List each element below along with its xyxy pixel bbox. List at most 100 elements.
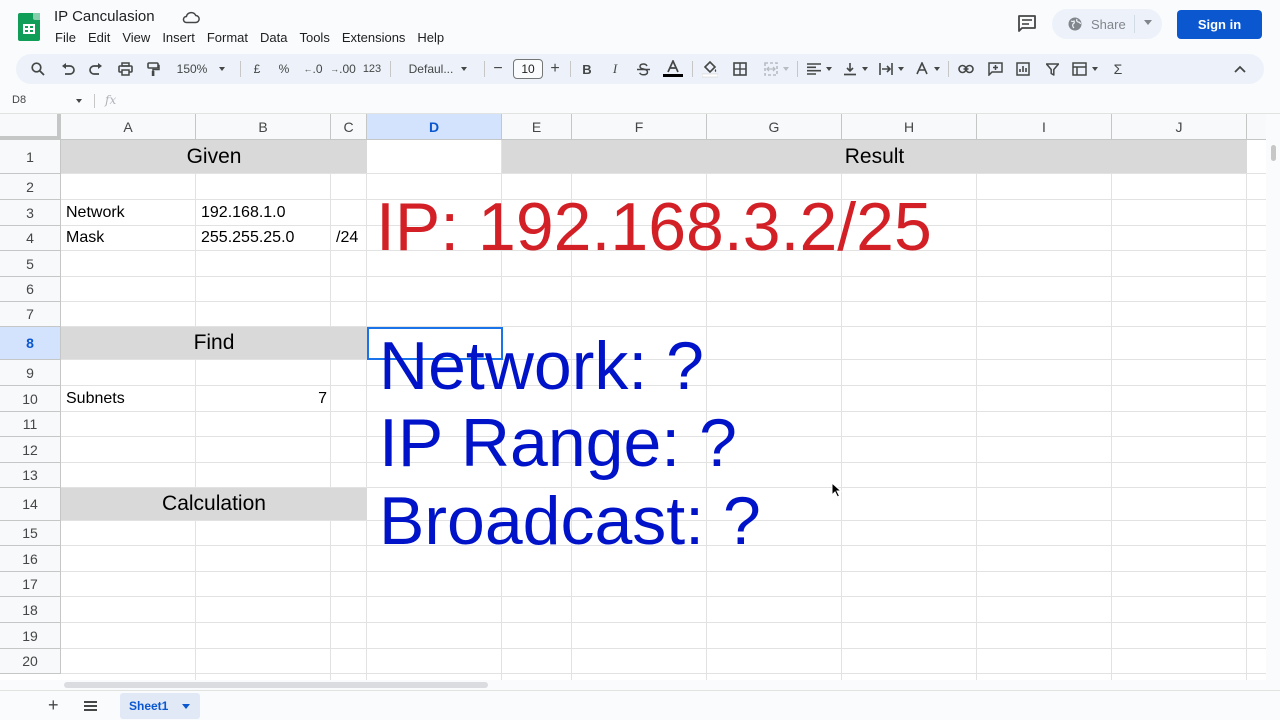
decrease-decimal-button[interactable]: ← .0 [303, 54, 323, 84]
column-header-e[interactable]: E [502, 114, 572, 140]
given-header-cell[interactable]: Given [61, 140, 367, 173]
horizontal-scrollbar[interactable] [0, 680, 1280, 690]
increase-decimal-button[interactable]: → .00 [330, 54, 356, 84]
row-header-9[interactable]: 9 [0, 360, 61, 386]
cell-a10-subnets-label[interactable]: Subnets [66, 386, 125, 411]
row-header-4[interactable]: 4 [0, 226, 61, 251]
cell-a3-network-label[interactable]: Network [66, 200, 125, 225]
select-all-corner[interactable] [0, 114, 61, 140]
undo-icon[interactable] [58, 54, 78, 84]
name-box-dropdown-icon[interactable] [76, 99, 82, 103]
insert-chart-icon[interactable] [1013, 54, 1033, 84]
horizontal-align-icon[interactable] [804, 54, 834, 84]
all-sheets-icon[interactable] [84, 701, 97, 711]
row-header-6[interactable]: 6 [0, 277, 61, 302]
vertical-scrollbar[interactable] [1266, 114, 1280, 680]
percent-format-button[interactable]: % [275, 54, 293, 84]
cell-b4-mask-value[interactable]: 255.255.25.0 [201, 226, 294, 250]
row-header-10[interactable]: 10 [0, 386, 61, 412]
strikethrough-icon[interactable] [634, 54, 652, 84]
text-rotation-icon[interactable] [912, 54, 942, 84]
column-header-b[interactable]: B [196, 114, 331, 140]
text-color-icon[interactable] [663, 54, 683, 84]
menu-file[interactable]: File [54, 29, 82, 45]
spreadsheet-grid[interactable]: A B C D E F G H I J 1 2 3 4 5 6 7 8 9 10… [0, 114, 1266, 680]
insert-link-icon[interactable] [956, 54, 976, 84]
row-header-20[interactable]: 20 [0, 649, 61, 674]
cell-a4-mask-label[interactable]: Mask [66, 226, 104, 250]
add-sheet-icon[interactable]: + [48, 695, 59, 716]
filter-icon[interactable] [1042, 54, 1062, 84]
column-header-g[interactable]: G [707, 114, 842, 140]
sheets-logo-icon[interactable] [18, 13, 40, 41]
text-wrapping-icon[interactable] [876, 54, 906, 84]
row-header-13[interactable]: 13 [0, 463, 61, 488]
row-header-2[interactable]: 2 [0, 174, 61, 200]
menu-data[interactable]: Data [259, 29, 293, 45]
font-select[interactable]: Defaul... [400, 54, 476, 84]
share-button[interactable]: Share [1052, 9, 1162, 39]
row-header-3[interactable]: 3 [0, 200, 61, 226]
insert-comment-icon[interactable] [985, 54, 1005, 84]
sheet-tab-sheet1[interactable]: Sheet1 [120, 693, 200, 719]
name-box[interactable]: D8 [12, 94, 26, 106]
borders-icon[interactable] [730, 54, 750, 84]
row-header-14[interactable]: 14 [0, 488, 61, 521]
increase-font-size-button[interactable]: + [547, 54, 563, 84]
calculation-header-cell[interactable]: Calculation [61, 488, 367, 520]
column-header-i[interactable]: I [977, 114, 1112, 140]
column-header-k[interactable] [1247, 114, 1266, 140]
print-icon[interactable] [115, 54, 135, 84]
menu-insert[interactable]: Insert [161, 29, 201, 45]
currency-format-button[interactable]: £ [248, 54, 266, 84]
fill-color-icon[interactable] [700, 54, 720, 84]
column-header-a[interactable]: A [61, 114, 196, 140]
functions-button[interactable]: Σ [1108, 54, 1128, 84]
collapse-toolbar-icon[interactable] [1230, 54, 1250, 84]
result-header-cell[interactable]: Result [502, 140, 1247, 173]
comment-icon[interactable] [1016, 14, 1038, 34]
row-header-12[interactable]: 12 [0, 437, 61, 463]
sheet-tab-dropdown-icon[interactable] [182, 704, 190, 709]
filter-views-icon[interactable] [1070, 54, 1100, 84]
cell-b10-subnets-value[interactable]: 7 [196, 386, 327, 411]
row-header-8[interactable]: 8 [0, 327, 61, 360]
menu-help[interactable]: Help [416, 29, 450, 45]
column-header-d[interactable]: D [367, 114, 502, 140]
decrease-font-size-button[interactable]: − [490, 54, 506, 84]
document-title[interactable]: IP Canculasion [54, 8, 155, 25]
row-header-7[interactable]: 7 [0, 302, 61, 327]
row-header-18[interactable]: 18 [0, 597, 61, 623]
menu-tools[interactable]: Tools [298, 29, 335, 45]
italic-button[interactable]: I [606, 54, 624, 84]
paint-format-icon[interactable] [143, 54, 163, 84]
sign-in-button[interactable]: Sign in [1177, 10, 1262, 39]
column-header-f[interactable]: F [572, 114, 707, 140]
cloud-saved-icon[interactable] [182, 10, 200, 24]
column-header-h[interactable]: H [842, 114, 977, 140]
vertical-align-icon[interactable] [840, 54, 870, 84]
row-header-15[interactable]: 15 [0, 521, 61, 546]
search-menus-icon[interactable] [28, 54, 48, 84]
row-header-19[interactable]: 19 [0, 623, 61, 649]
row-header-16[interactable]: 16 [0, 546, 61, 572]
share-dropdown-icon[interactable] [1144, 20, 1152, 25]
row-header-5[interactable]: 5 [0, 251, 61, 277]
zoom-select[interactable]: 150% [172, 54, 230, 84]
menu-format[interactable]: Format [206, 29, 254, 45]
find-header-cell[interactable]: Find [61, 327, 367, 359]
row-header-1[interactable]: 1 [0, 140, 61, 174]
merge-cells-icon[interactable] [760, 54, 792, 84]
redo-icon[interactable] [86, 54, 106, 84]
bold-button[interactable]: B [578, 54, 596, 84]
menu-view[interactable]: View [121, 29, 156, 45]
cell-c4-mask-cidr[interactable]: /24 [336, 226, 358, 250]
font-size-input[interactable]: 10 [513, 59, 543, 79]
column-header-c[interactable]: C [331, 114, 367, 140]
cell-b3-network-value[interactable]: 192.168.1.0 [201, 200, 286, 225]
row-header-17[interactable]: 17 [0, 572, 61, 597]
menu-edit[interactable]: Edit [87, 29, 116, 45]
column-header-j[interactable]: J [1112, 114, 1247, 140]
menu-extensions[interactable]: Extensions [341, 29, 412, 45]
number-format-button[interactable]: 123 [360, 54, 384, 84]
